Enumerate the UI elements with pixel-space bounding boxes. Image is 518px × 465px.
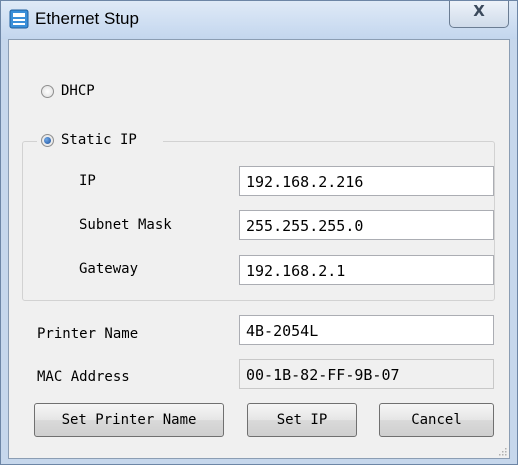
set-ip-button[interactable]: Set IP	[247, 403, 357, 437]
resize-grip-icon[interactable]	[497, 446, 507, 456]
ip-input[interactable]: 192.168.2.216	[239, 166, 494, 196]
subnet-mask-input[interactable]: 255.255.255.0	[239, 210, 494, 240]
cancel-button[interactable]: Cancel	[379, 403, 494, 437]
printer-icon	[9, 9, 29, 29]
subnet-mask-label: Subnet Mask	[79, 217, 172, 233]
dhcp-label[interactable]: DHCP	[61, 83, 95, 99]
printer-name-label: Printer Name	[37, 326, 139, 342]
static-ip-label[interactable]: Static IP	[61, 132, 137, 148]
mac-address-field: 00-1B-82-FF-9B-07	[239, 359, 494, 389]
dhcp-radio[interactable]	[41, 85, 54, 98]
dialog-body: DHCP Static IP IP 192.168.2.216 Subnet M…	[8, 39, 510, 459]
close-icon: X	[473, 2, 485, 20]
ethernet-setup-window: Ethernet Stup X DHCP Static IP IP 192.16…	[0, 0, 518, 465]
mac-address-label: MAC Address	[37, 369, 130, 385]
ip-label: IP	[79, 173, 96, 189]
gateway-input[interactable]: 192.168.2.1	[239, 255, 494, 285]
window-title: Ethernet Stup	[35, 9, 139, 28]
title-bar[interactable]: Ethernet Stup X	[1, 1, 517, 39]
printer-name-input[interactable]: 4B-2054L	[239, 315, 494, 345]
static-ip-radio[interactable]	[41, 134, 54, 147]
close-button[interactable]: X	[449, 1, 509, 28]
gateway-label: Gateway	[79, 261, 139, 277]
set-printer-name-button[interactable]: Set Printer Name	[34, 403, 224, 437]
